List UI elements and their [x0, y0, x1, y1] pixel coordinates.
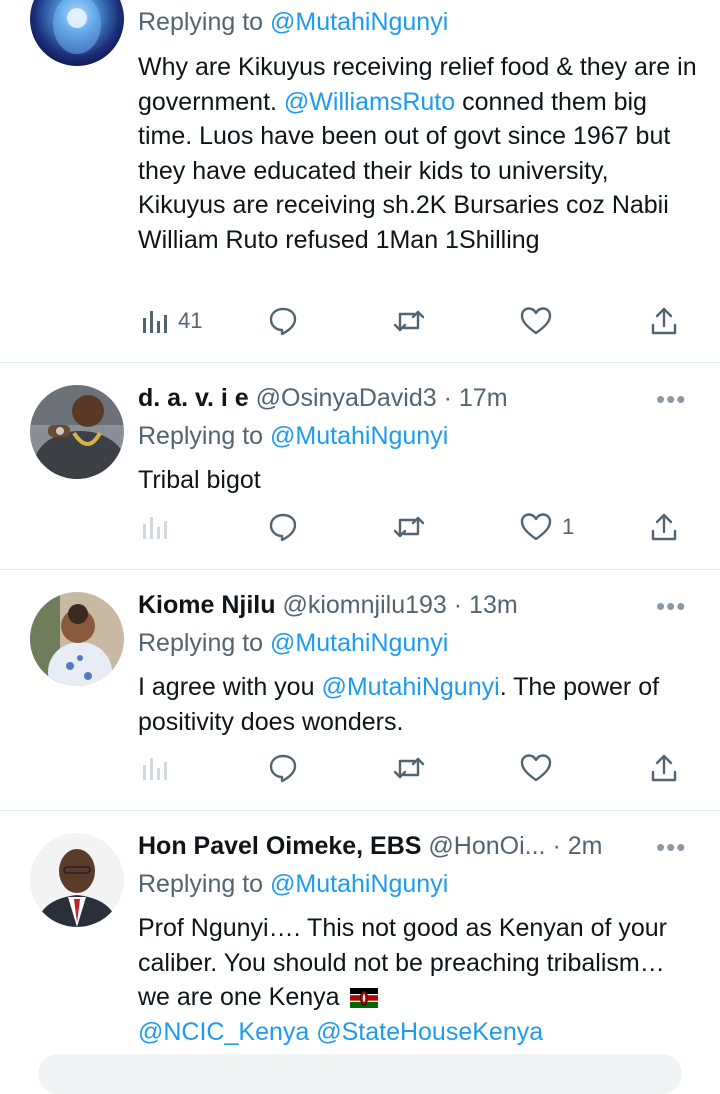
analytics-icon [143, 517, 167, 539]
retweet-button[interactable] [392, 507, 426, 547]
reply-icon [269, 513, 297, 542]
tweet-actions: 1 [0, 507, 720, 547]
replying-to: Replying to @MutahiNgunyi [138, 420, 448, 452]
heart-icon [520, 307, 552, 335]
retweet-icon [393, 516, 425, 538]
avatar[interactable] [30, 0, 124, 66]
avatar[interactable] [30, 833, 124, 927]
tweet-text: Prof Ngunyi…. This not good as Kenyan of… [138, 911, 698, 1049]
tweet-header: Kiome Njilu @kiomnjilu193 · 13m [138, 589, 518, 621]
tweet-text: Why are Kikuyus receiving relief food & … [138, 50, 698, 257]
share-button[interactable] [650, 748, 678, 788]
like-button[interactable]: 1 [520, 507, 574, 547]
mention-link[interactable]: @WilliamsRuto [284, 88, 455, 116]
share-icon [651, 754, 677, 782]
mention-links[interactable]: @NCIC_Kenya @StateHouseKenya [138, 1018, 543, 1046]
like-button[interactable] [520, 748, 562, 788]
views-button[interactable] [142, 507, 178, 547]
timestamp[interactable]: · 2m [552, 832, 602, 860]
avatar[interactable] [30, 385, 124, 479]
views-button[interactable] [142, 748, 178, 788]
retweet-button[interactable] [392, 748, 426, 788]
more-options-icon[interactable]: ••• [656, 593, 686, 619]
likes-count: 1 [562, 514, 575, 539]
reply-icon [269, 754, 297, 783]
replying-handle-link[interactable]: @MutahiNgunyi [270, 422, 448, 450]
tweet-4[interactable]: Hon Pavel Oimeke, EBS @HonOi... · 2m •••… [0, 811, 720, 1066]
timestamp[interactable]: · 13m [454, 591, 518, 619]
tweet-text-part: Prof Ngunyi…. This not good as Kenyan of… [138, 914, 668, 1011]
tweet-actions [0, 748, 720, 788]
replying-label: Replying to [138, 870, 264, 898]
retweet-icon [393, 757, 425, 779]
mention-link[interactable]: @MutahiNgunyi [321, 673, 499, 701]
replying-handle-link[interactable]: @MutahiNgunyi [270, 870, 448, 898]
like-button[interactable] [520, 301, 562, 341]
timestamp[interactable]: · 17m [444, 384, 508, 412]
retweet-button[interactable] [392, 301, 426, 341]
reply-button[interactable] [268, 301, 298, 341]
share-icon [651, 307, 677, 335]
share-button[interactable] [650, 507, 678, 547]
views-count: 41 [178, 308, 203, 333]
replying-to: Replying to @MutahiNgunyi [138, 868, 448, 900]
display-name[interactable]: Hon Pavel Oimeke, EBS [138, 832, 421, 860]
replying-label: Replying to [138, 629, 264, 657]
tweet-2[interactable]: d. a. v. i e @OsinyaDavid3 · 17m ••• Rep… [0, 363, 720, 569]
reply-icon [269, 307, 297, 336]
tweet-header: Hon Pavel Oimeke, EBS @HonOi... · 2m [138, 830, 602, 862]
heart-icon [520, 754, 552, 782]
user-handle[interactable]: @OsinyaDavid3 [256, 384, 437, 412]
avatar[interactable] [30, 592, 124, 686]
tweet-1[interactable]: Replying to @MutahiNgunyi Why are Kikuyu… [0, 0, 720, 362]
display-name[interactable]: d. a. v. i e [138, 384, 249, 412]
views-button[interactable]: 41 [142, 301, 202, 341]
share-button[interactable] [650, 301, 678, 341]
heart-icon [520, 513, 552, 541]
replying-to: Replying to @MutahiNgunyi [138, 627, 448, 659]
tweet-actions: 41 [0, 301, 720, 341]
retweet-icon [393, 310, 425, 332]
tweet-3[interactable]: Kiome Njilu @kiomnjilu193 · 13m ••• Repl… [0, 570, 720, 810]
replying-label: Replying to [138, 422, 264, 450]
share-icon [651, 513, 677, 541]
tweet-text: Tribal bigot [138, 466, 261, 494]
display-name[interactable]: Kiome Njilu [138, 591, 276, 619]
tweet-header: d. a. v. i e @OsinyaDavid3 · 17m [138, 382, 508, 414]
user-handle[interactable]: @kiomnjilu193 [282, 591, 446, 619]
tweet-text: I agree with you @MutahiNgunyi. The powe… [138, 670, 698, 739]
more-options-icon[interactable]: ••• [656, 834, 686, 860]
kenya-flag-icon [350, 988, 379, 1009]
analytics-icon [143, 758, 167, 780]
replying-to: Replying to @MutahiNgunyi [138, 6, 448, 38]
replying-label: Replying to [138, 8, 264, 36]
reply-button[interactable] [268, 748, 298, 788]
tweet-text-part: I agree with you [138, 673, 322, 701]
user-handle[interactable]: @HonOi... [428, 832, 545, 860]
reply-composer-bar[interactable] [38, 1054, 682, 1094]
replying-handle-link[interactable]: @MutahiNgunyi [270, 8, 448, 36]
replying-handle-link[interactable]: @MutahiNgunyi [270, 629, 448, 657]
more-options-icon[interactable]: ••• [656, 386, 686, 412]
analytics-icon [143, 311, 167, 333]
reply-button[interactable] [268, 507, 298, 547]
